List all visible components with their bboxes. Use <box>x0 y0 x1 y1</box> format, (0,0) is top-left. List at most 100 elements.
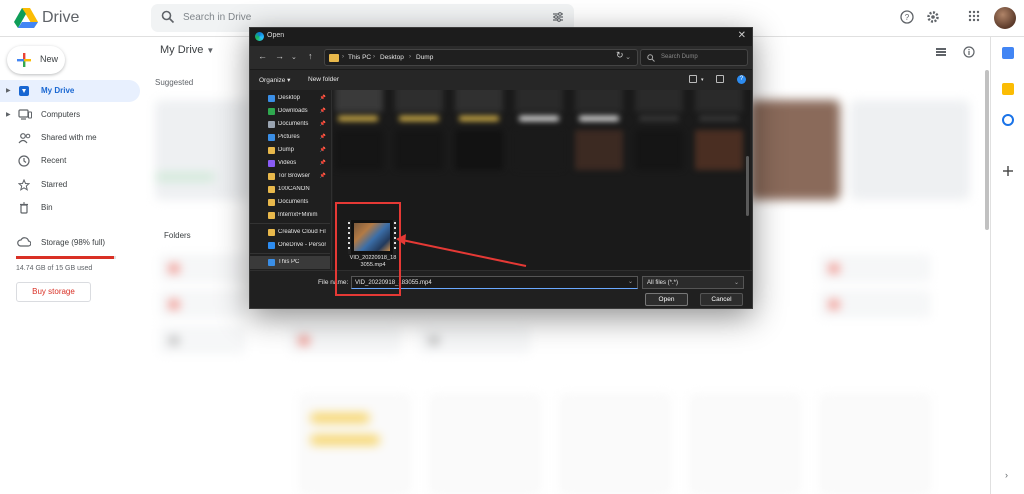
page-title[interactable]: My Drive ▼ <box>160 44 214 56</box>
nav-pane-item[interactable]: Downloads 📌 <box>250 105 330 118</box>
calendar-icon[interactable] <box>1002 47 1014 59</box>
sidebar: New ▶ My Drive ▶ Computers Shared with m… <box>0 37 150 494</box>
expand-caret-icon[interactable]: ▶ <box>6 111 11 118</box>
app-name[interactable]: Drive <box>42 9 79 27</box>
file-type-select[interactable]: All files (*.*) ⌄ <box>642 276 744 289</box>
folder-chip <box>820 291 930 317</box>
nav-pane-item[interactable]: Documents 📌 <box>250 118 330 131</box>
page-title-text: My Drive <box>160 44 204 56</box>
new-folder-button[interactable]: New folder <box>308 76 339 83</box>
nav-pane-item[interactable]: Creative Cloud Fil <box>250 226 330 239</box>
file-card <box>560 395 670 494</box>
file-thumbnail <box>515 90 563 112</box>
svg-text:?: ? <box>905 13 910 22</box>
file-thumbnail <box>395 130 443 170</box>
dialog-search-input[interactable]: Search Dump <box>661 54 698 60</box>
nav-pane-item[interactable]: Desktop 📌 <box>250 92 330 105</box>
chevron-down-icon[interactable]: ▾ <box>701 77 704 83</box>
sidebar-item-starred[interactable]: Starred <box>0 174 140 196</box>
sidebar-item-recent[interactable]: Recent <box>0 150 140 172</box>
sidebar-item-my-drive[interactable]: ▶ My Drive <box>0 80 140 102</box>
keep-icon[interactable] <box>1002 83 1014 95</box>
pin-icon: 📌 <box>319 160 326 166</box>
sidebar-item-bin[interactable]: Bin <box>0 197 140 219</box>
breadcrumb-desktop[interactable]: Desktop <box>380 54 404 61</box>
file-card <box>430 395 540 494</box>
tasks-icon[interactable] <box>1002 114 1014 126</box>
search-icon[interactable] <box>161 10 175 24</box>
nav-pane-item-label: This PC <box>278 259 300 265</box>
filter-options-icon[interactable] <box>552 11 564 23</box>
chevron-down-icon[interactable]: ⌄ <box>628 278 633 285</box>
recent-locations-icon[interactable]: ⌄ <box>291 53 297 61</box>
up-arrow-icon[interactable]: ↑ <box>308 51 313 61</box>
nav-pane-item[interactable]: Tor Browser 📌 <box>250 170 330 183</box>
folder-chip <box>820 255 930 281</box>
back-arrow-icon[interactable]: ← <box>258 51 267 61</box>
sidebar-item-shared[interactable]: Shared with me <box>0 127 140 149</box>
close-icon[interactable]: ✕ <box>738 30 746 41</box>
page-scrollbar[interactable] <box>985 70 989 230</box>
storage-progress-fill <box>16 256 114 259</box>
nav-pane-item[interactable]: Internxt+Minim <box>250 209 330 222</box>
breadcrumb-separator-icon: › <box>342 54 344 60</box>
preview-pane-icon[interactable] <box>716 75 724 83</box>
chevron-down-icon[interactable]: ⌄ <box>625 53 631 61</box>
nav-pane-item[interactable]: This PC <box>250 256 330 269</box>
pin-icon: 📌 <box>319 95 326 101</box>
address-bar[interactable]: › This PC › Desktop › Dump ⌄ <box>324 49 638 66</box>
dialog-title: Open <box>267 32 285 39</box>
apps-grid-icon[interactable] <box>968 10 980 22</box>
nav-pane-item[interactable]: Videos 📌 <box>250 157 330 170</box>
breadcrumb-this-pc[interactable]: This PC <box>348 54 371 61</box>
file-pane-scrollbar[interactable] <box>746 156 749 216</box>
breadcrumb-dump[interactable]: Dump <box>416 54 433 61</box>
file-card-highlight <box>310 413 370 423</box>
folder-icon <box>268 199 275 206</box>
file-thumbnail <box>455 130 503 170</box>
search-input[interactable]: Search in Drive <box>183 12 251 23</box>
cancel-button[interactable]: Cancel <box>700 293 743 306</box>
expand-panel-icon[interactable]: › <box>1005 470 1008 480</box>
info-icon[interactable] <box>963 46 975 58</box>
nav-pane-item[interactable]: 100CANON <box>250 183 330 196</box>
nav-pane-item[interactable]: Documents <box>250 196 330 209</box>
organize-menu[interactable]: Organize ▾ <box>259 76 290 84</box>
forward-arrow-icon[interactable]: → <box>275 51 284 61</box>
pin-icon: 📌 <box>319 121 326 127</box>
add-addon-icon[interactable] <box>1003 166 1013 176</box>
drive-logo-icon <box>14 8 38 28</box>
file-thumbnail <box>455 90 503 112</box>
list-view-icon[interactable] <box>935 46 947 58</box>
view-options-icon[interactable] <box>689 75 697 83</box>
settings-gear-icon[interactable] <box>926 10 940 24</box>
buy-storage-button[interactable]: Buy storage <box>16 282 91 302</box>
account-avatar[interactable] <box>994 7 1016 29</box>
nav-pane-item[interactable]: Dump 📌 <box>250 144 330 157</box>
nav-pane-item[interactable]: Pictures 📌 <box>250 131 330 144</box>
help-icon[interactable]: ? <box>737 75 746 84</box>
storage-label[interactable]: Storage (98% full) <box>41 238 105 247</box>
nav-pane-item[interactable]: OneDrive - Persor <box>250 239 330 252</box>
sidebar-item-label: Computers <box>41 110 81 119</box>
file-thumbnail <box>575 90 623 112</box>
expand-caret-icon[interactable]: ▶ <box>6 87 11 94</box>
file-card <box>820 395 930 494</box>
help-icon[interactable]: ? <box>900 10 914 24</box>
new-button[interactable]: New <box>7 46 65 74</box>
dialog-navigation-bar: ← → ⌄ ↑ › This PC › Desktop › Dump ⌄ ↻ S… <box>250 46 752 70</box>
refresh-icon[interactable]: ↻ <box>616 50 624 61</box>
suggested-card <box>155 100 250 200</box>
file-thumbnail <box>515 130 563 170</box>
folder-chip <box>160 255 245 281</box>
open-button[interactable]: Open <box>645 293 688 306</box>
storage-used-text: 14.74 GB of 15 GB used <box>16 265 93 272</box>
file-type-value: All files (*.*) <box>647 280 679 286</box>
nav-pane-item-label: OneDrive - Persor <box>278 242 326 248</box>
folder-icon <box>268 121 275 128</box>
card-label-blur <box>155 173 215 181</box>
sidebar-item-computers[interactable]: ▶ Computers <box>0 104 140 126</box>
dialog-search-box[interactable]: Search Dump <box>640 49 748 66</box>
dialog-command-bar: Organize ▾ New folder ▾ ? <box>250 70 752 90</box>
folder-icon <box>268 212 275 219</box>
